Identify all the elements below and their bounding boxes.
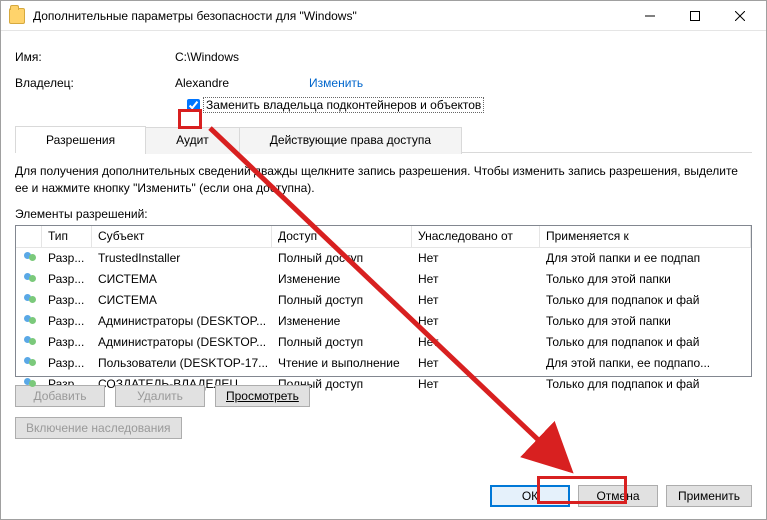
cell-inherited: Нет (412, 251, 540, 265)
owner-label: Владелец: (15, 76, 175, 90)
table-row[interactable]: Разр...Пользователи (DESKTOP-17...Чтение… (16, 353, 751, 374)
cell-access: Полный доступ (272, 293, 412, 307)
col-inherited[interactable]: Унаследовано от (412, 226, 540, 247)
cell-type: Разр... (42, 314, 92, 328)
cell-inherited: Нет (412, 356, 540, 370)
users-icon (16, 315, 42, 327)
cell-type: Разр... (42, 356, 92, 370)
cell-inherited: Нет (412, 272, 540, 286)
cell-subject: СИСТЕМА (92, 293, 272, 307)
table-header: Тип Субъект Доступ Унаследовано от Приме… (16, 226, 751, 248)
cell-applies: Только для этой папки (540, 314, 751, 328)
cell-type: Разр... (42, 251, 92, 265)
permissions-table: Тип Субъект Доступ Унаследовано от Приме… (15, 225, 752, 377)
window-controls (627, 2, 762, 30)
table-row[interactable]: Разр...TrustedInstallerПолный доступНетД… (16, 248, 751, 269)
cell-subject: TrustedInstaller (92, 251, 272, 265)
tab-audit[interactable]: Аудит (145, 127, 240, 154)
window-title: Дополнительные параметры безопасности дл… (33, 9, 627, 23)
replace-owner-row: Заменить владельца подконтейнеров и объе… (187, 97, 752, 113)
table-body: Разр...TrustedInstallerПолный доступНетД… (16, 248, 751, 395)
description-text: Для получения дополнительных сведений дв… (15, 163, 752, 197)
apply-button[interactable]: Применить (666, 485, 752, 507)
titlebar: Дополнительные параметры безопасности дл… (1, 1, 766, 31)
table-row[interactable]: Разр...СИСТЕМАИзменениеНетТолько для это… (16, 269, 751, 290)
inheritance-row: Включение наследования (15, 417, 752, 439)
tabs: Разрешения Аудит Действующие права досту… (15, 125, 752, 153)
name-value: C:\Windows (175, 50, 239, 64)
users-icon (16, 357, 42, 369)
cell-applies: Для этой папки, ее подпапо... (540, 356, 751, 370)
users-icon (16, 252, 42, 264)
table-row[interactable]: Разр...Администраторы (DESKTOP...Полный … (16, 332, 751, 353)
cell-subject: СИСТЕМА (92, 272, 272, 286)
name-row: Имя: C:\Windows (15, 47, 752, 67)
change-owner-link[interactable]: Изменить (309, 76, 363, 90)
ok-button[interactable]: ОК (490, 485, 570, 507)
col-applies[interactable]: Применяется к (540, 226, 751, 247)
dialog-footer: ОК Отмена Применить (15, 471, 752, 507)
cell-inherited: Нет (412, 314, 540, 328)
cell-access: Чтение и выполнение (272, 356, 412, 370)
owner-row: Владелец: Alexandre Изменить (15, 73, 752, 93)
cell-type: Разр... (42, 335, 92, 349)
cell-subject: Администраторы (DESKTOP... (92, 314, 272, 328)
users-icon (16, 273, 42, 285)
cell-subject: Администраторы (DESKTOP... (92, 335, 272, 349)
cell-access: Изменение (272, 272, 412, 286)
view-button[interactable]: Просмотреть (215, 385, 310, 407)
permission-elements-label: Элементы разрешений: (15, 207, 752, 221)
maximize-button[interactable] (672, 2, 717, 30)
col-icon[interactable] (16, 226, 42, 247)
cell-subject: Пользователи (DESKTOP-17... (92, 356, 272, 370)
close-button[interactable] (717, 2, 762, 30)
col-subject[interactable]: Субъект (92, 226, 272, 247)
folder-icon (9, 8, 25, 24)
cell-access: Полный доступ (272, 251, 412, 265)
enable-inheritance-button: Включение наследования (15, 417, 182, 439)
users-icon (16, 336, 42, 348)
tab-effective-access[interactable]: Действующие права доступа (239, 127, 462, 154)
cell-inherited: Нет (412, 293, 540, 307)
cell-inherited: Нет (412, 335, 540, 349)
cancel-button[interactable]: Отмена (578, 485, 658, 507)
cell-access: Изменение (272, 314, 412, 328)
users-icon (16, 294, 42, 306)
name-label: Имя: (15, 50, 175, 64)
cell-type: Разр... (42, 293, 92, 307)
table-buttons: Добавить Удалить Просмотреть (15, 385, 752, 407)
col-access[interactable]: Доступ (272, 226, 412, 247)
cell-access: Полный доступ (272, 335, 412, 349)
owner-value: Alexandre (175, 76, 229, 90)
replace-owner-checkbox[interactable] (187, 99, 200, 112)
dialog-body: Имя: C:\Windows Владелец: Alexandre Изме… (1, 31, 766, 519)
table-row[interactable]: Разр...СИСТЕМАПолный доступНетТолько для… (16, 290, 751, 311)
advanced-security-window: Дополнительные параметры безопасности дл… (0, 0, 767, 520)
cell-applies: Только для подпапок и фай (540, 293, 751, 307)
tab-permissions[interactable]: Разрешения (15, 126, 146, 153)
cell-applies: Только для подпапок и фай (540, 335, 751, 349)
minimize-button[interactable] (627, 2, 672, 30)
cell-applies: Для этой папки и ее подпап (540, 251, 751, 265)
replace-owner-label[interactable]: Заменить владельца подконтейнеров и объе… (203, 97, 484, 113)
col-type[interactable]: Тип (42, 226, 92, 247)
table-row[interactable]: Разр...Администраторы (DESKTOP...Изменен… (16, 311, 751, 332)
cell-applies: Только для этой папки (540, 272, 751, 286)
remove-button: Удалить (115, 385, 205, 407)
cell-type: Разр... (42, 272, 92, 286)
